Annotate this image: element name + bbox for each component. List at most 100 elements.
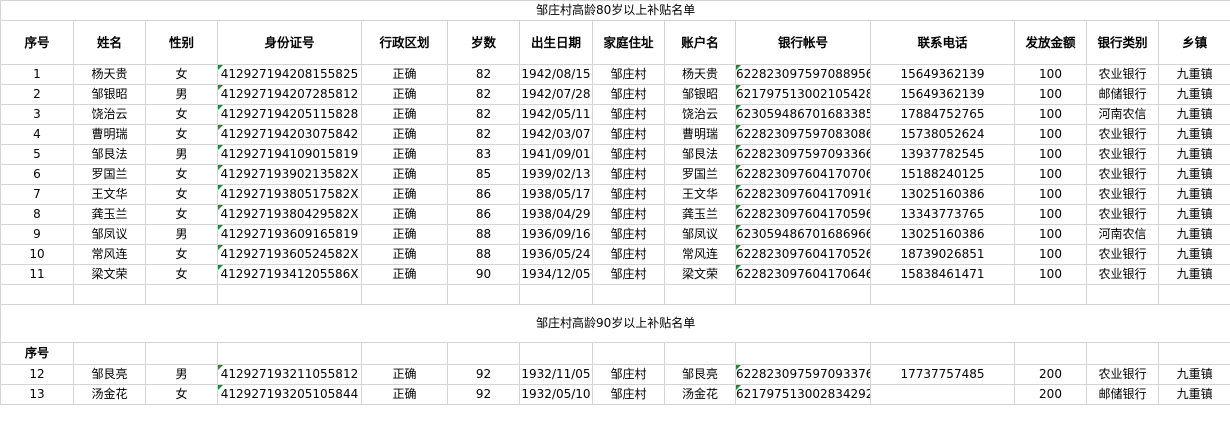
cell-id-number[interactable]: 412927193205105844	[217, 384, 362, 405]
cell-district[interactable]: 正确	[361, 104, 448, 125]
cell-bank-type[interactable]: 农业银行	[1086, 244, 1159, 265]
cell-bank-type[interactable]: 邮储银行	[1086, 84, 1159, 105]
cell-birth-date[interactable]: 1938/05/17	[519, 184, 593, 205]
empty-cell[interactable]	[1086, 342, 1159, 365]
cell-name[interactable]: 龚玉兰	[73, 204, 146, 225]
cell-id-number[interactable]: 412927194208155825	[217, 64, 362, 85]
cell-age[interactable]: 92	[447, 384, 520, 405]
header-index[interactable]: 序号	[0, 20, 74, 65]
sheet-title[interactable]: 邹庄村高龄80岁以上补贴名单	[0, 0, 1230, 21]
header-address[interactable]: 家庭住址	[592, 20, 665, 65]
cell-bank-account[interactable]: 6228230976041705967	[735, 204, 871, 225]
cell-district[interactable]: 正确	[361, 364, 448, 385]
cell-birth-date[interactable]: 1942/08/15	[519, 64, 593, 85]
cell-address[interactable]: 邹庄村	[592, 224, 665, 245]
cell-amount[interactable]: 100	[1014, 244, 1087, 265]
cell-birth-date[interactable]: 1941/09/01	[519, 144, 593, 165]
empty-cell[interactable]	[592, 284, 665, 305]
empty-cell[interactable]	[664, 284, 736, 305]
cell-gender[interactable]: 男	[145, 144, 218, 165]
cell-account-name[interactable]: 龚玉兰	[664, 204, 736, 225]
header-age[interactable]: 岁数	[447, 20, 520, 65]
header-name[interactable]: 姓名	[73, 20, 146, 65]
cell-district[interactable]: 正确	[361, 384, 448, 405]
cell-township[interactable]: 九重镇	[1157, 244, 1230, 265]
cell-gender[interactable]: 女	[145, 104, 218, 125]
cell-district[interactable]: 正确	[361, 244, 448, 265]
empty-cell[interactable]	[870, 342, 1015, 365]
cell-district[interactable]: 正确	[361, 144, 448, 165]
cell-phone[interactable]: 18739026851	[870, 244, 1015, 265]
cell-name[interactable]: 饶治云	[73, 104, 146, 125]
cell-bank-type[interactable]: 农业银行	[1086, 204, 1159, 225]
cell-amount[interactable]: 100	[1014, 224, 1087, 245]
cell-phone[interactable]: 13025160386	[870, 184, 1015, 205]
empty-cell[interactable]	[735, 342, 871, 365]
cell-address[interactable]: 邹庄村	[592, 104, 665, 125]
cell-address[interactable]: 邹庄村	[592, 204, 665, 225]
cell-phone[interactable]: 15738052624	[870, 124, 1015, 145]
cell-age[interactable]: 92	[447, 364, 520, 385]
cell-age[interactable]: 90	[447, 264, 520, 285]
header-bank-account[interactable]: 银行帐号	[735, 20, 871, 65]
empty-cell[interactable]	[592, 342, 665, 365]
cell-index[interactable]: 3	[0, 104, 74, 125]
cell-phone[interactable]: 17737757485	[870, 364, 1015, 385]
cell-township[interactable]: 九重镇	[1157, 264, 1230, 285]
cell-township[interactable]: 九重镇	[1157, 144, 1230, 165]
cell-id-number[interactable]: 412927194109015819	[217, 144, 362, 165]
empty-cell[interactable]	[664, 342, 736, 365]
cell-gender[interactable]: 女	[145, 184, 218, 205]
cell-age[interactable]: 82	[447, 84, 520, 105]
cell-birth-date[interactable]: 1932/11/05	[519, 364, 593, 385]
cell-id-number[interactable]: 41292719360524582X	[217, 244, 362, 265]
cell-district[interactable]: 正确	[361, 204, 448, 225]
empty-cell[interactable]	[145, 342, 218, 365]
header-gender[interactable]: 性别	[145, 20, 218, 65]
cell-index[interactable]: 10	[0, 244, 74, 265]
cell-index[interactable]: 4	[0, 124, 74, 145]
cell-bank-account[interactable]: 6228230976041709167	[735, 184, 871, 205]
cell-district[interactable]: 正确	[361, 264, 448, 285]
cell-name[interactable]: 邹艮法	[73, 144, 146, 165]
cell-district[interactable]: 正确	[361, 84, 448, 105]
cell-phone[interactable]: 13937782545	[870, 144, 1015, 165]
cell-address[interactable]: 邹庄村	[592, 124, 665, 145]
cell-bank-account[interactable]: 6228230976041706460	[735, 264, 871, 285]
header-amount[interactable]: 发放金额	[1014, 20, 1087, 65]
cell-index[interactable]: 7	[0, 184, 74, 205]
empty-cell[interactable]	[1014, 342, 1087, 365]
cell-gender[interactable]: 女	[145, 384, 218, 405]
cell-bank-account[interactable]: 623059486701686966	[735, 224, 871, 245]
cell-index[interactable]: 6	[0, 164, 74, 185]
cell-name[interactable]: 邹凤议	[73, 224, 146, 245]
cell-amount[interactable]: 200	[1014, 384, 1087, 405]
cell-id-number[interactable]: 41292719390213582X	[217, 164, 362, 185]
cell-gender[interactable]: 男	[145, 224, 218, 245]
cell-age[interactable]: 83	[447, 144, 520, 165]
cell-bank-account[interactable]: 6217975130021054283	[735, 84, 871, 105]
cell-id-number[interactable]: 412927193211055812	[217, 364, 362, 385]
empty-cell[interactable]	[1014, 284, 1087, 305]
cell-account-name[interactable]: 邹银昭	[664, 84, 736, 105]
cell-address[interactable]: 邹庄村	[592, 84, 665, 105]
cell-township[interactable]: 九重镇	[1157, 204, 1230, 225]
header-bank-type[interactable]: 银行类别	[1086, 20, 1159, 65]
cell-bank-account[interactable]: 6228230975970933665	[735, 144, 871, 165]
cell-township[interactable]: 九重镇	[1157, 104, 1230, 125]
cell-gender[interactable]: 女	[145, 264, 218, 285]
cell-id-number[interactable]: 412927193609165819	[217, 224, 362, 245]
cell-birth-date[interactable]: 1942/07/28	[519, 84, 593, 105]
cell-bank-account[interactable]: 6228230976041705264	[735, 244, 871, 265]
cell-age[interactable]: 86	[447, 184, 520, 205]
cell-phone[interactable]: 15188240125	[870, 164, 1015, 185]
cell-id-number[interactable]: 412927194207285812	[217, 84, 362, 105]
cell-name[interactable]: 罗国兰	[73, 164, 146, 185]
cell-bank-type[interactable]: 农业银行	[1086, 184, 1159, 205]
cell-phone[interactable]: 15838461471	[870, 264, 1015, 285]
cell-name[interactable]: 梁文荣	[73, 264, 146, 285]
cell-bank-type[interactable]: 河南农信	[1086, 224, 1159, 245]
cell-name[interactable]: 杨天贵	[73, 64, 146, 85]
cell-account-name[interactable]: 邹凤议	[664, 224, 736, 245]
cell-account-name[interactable]: 汤金花	[664, 384, 736, 405]
